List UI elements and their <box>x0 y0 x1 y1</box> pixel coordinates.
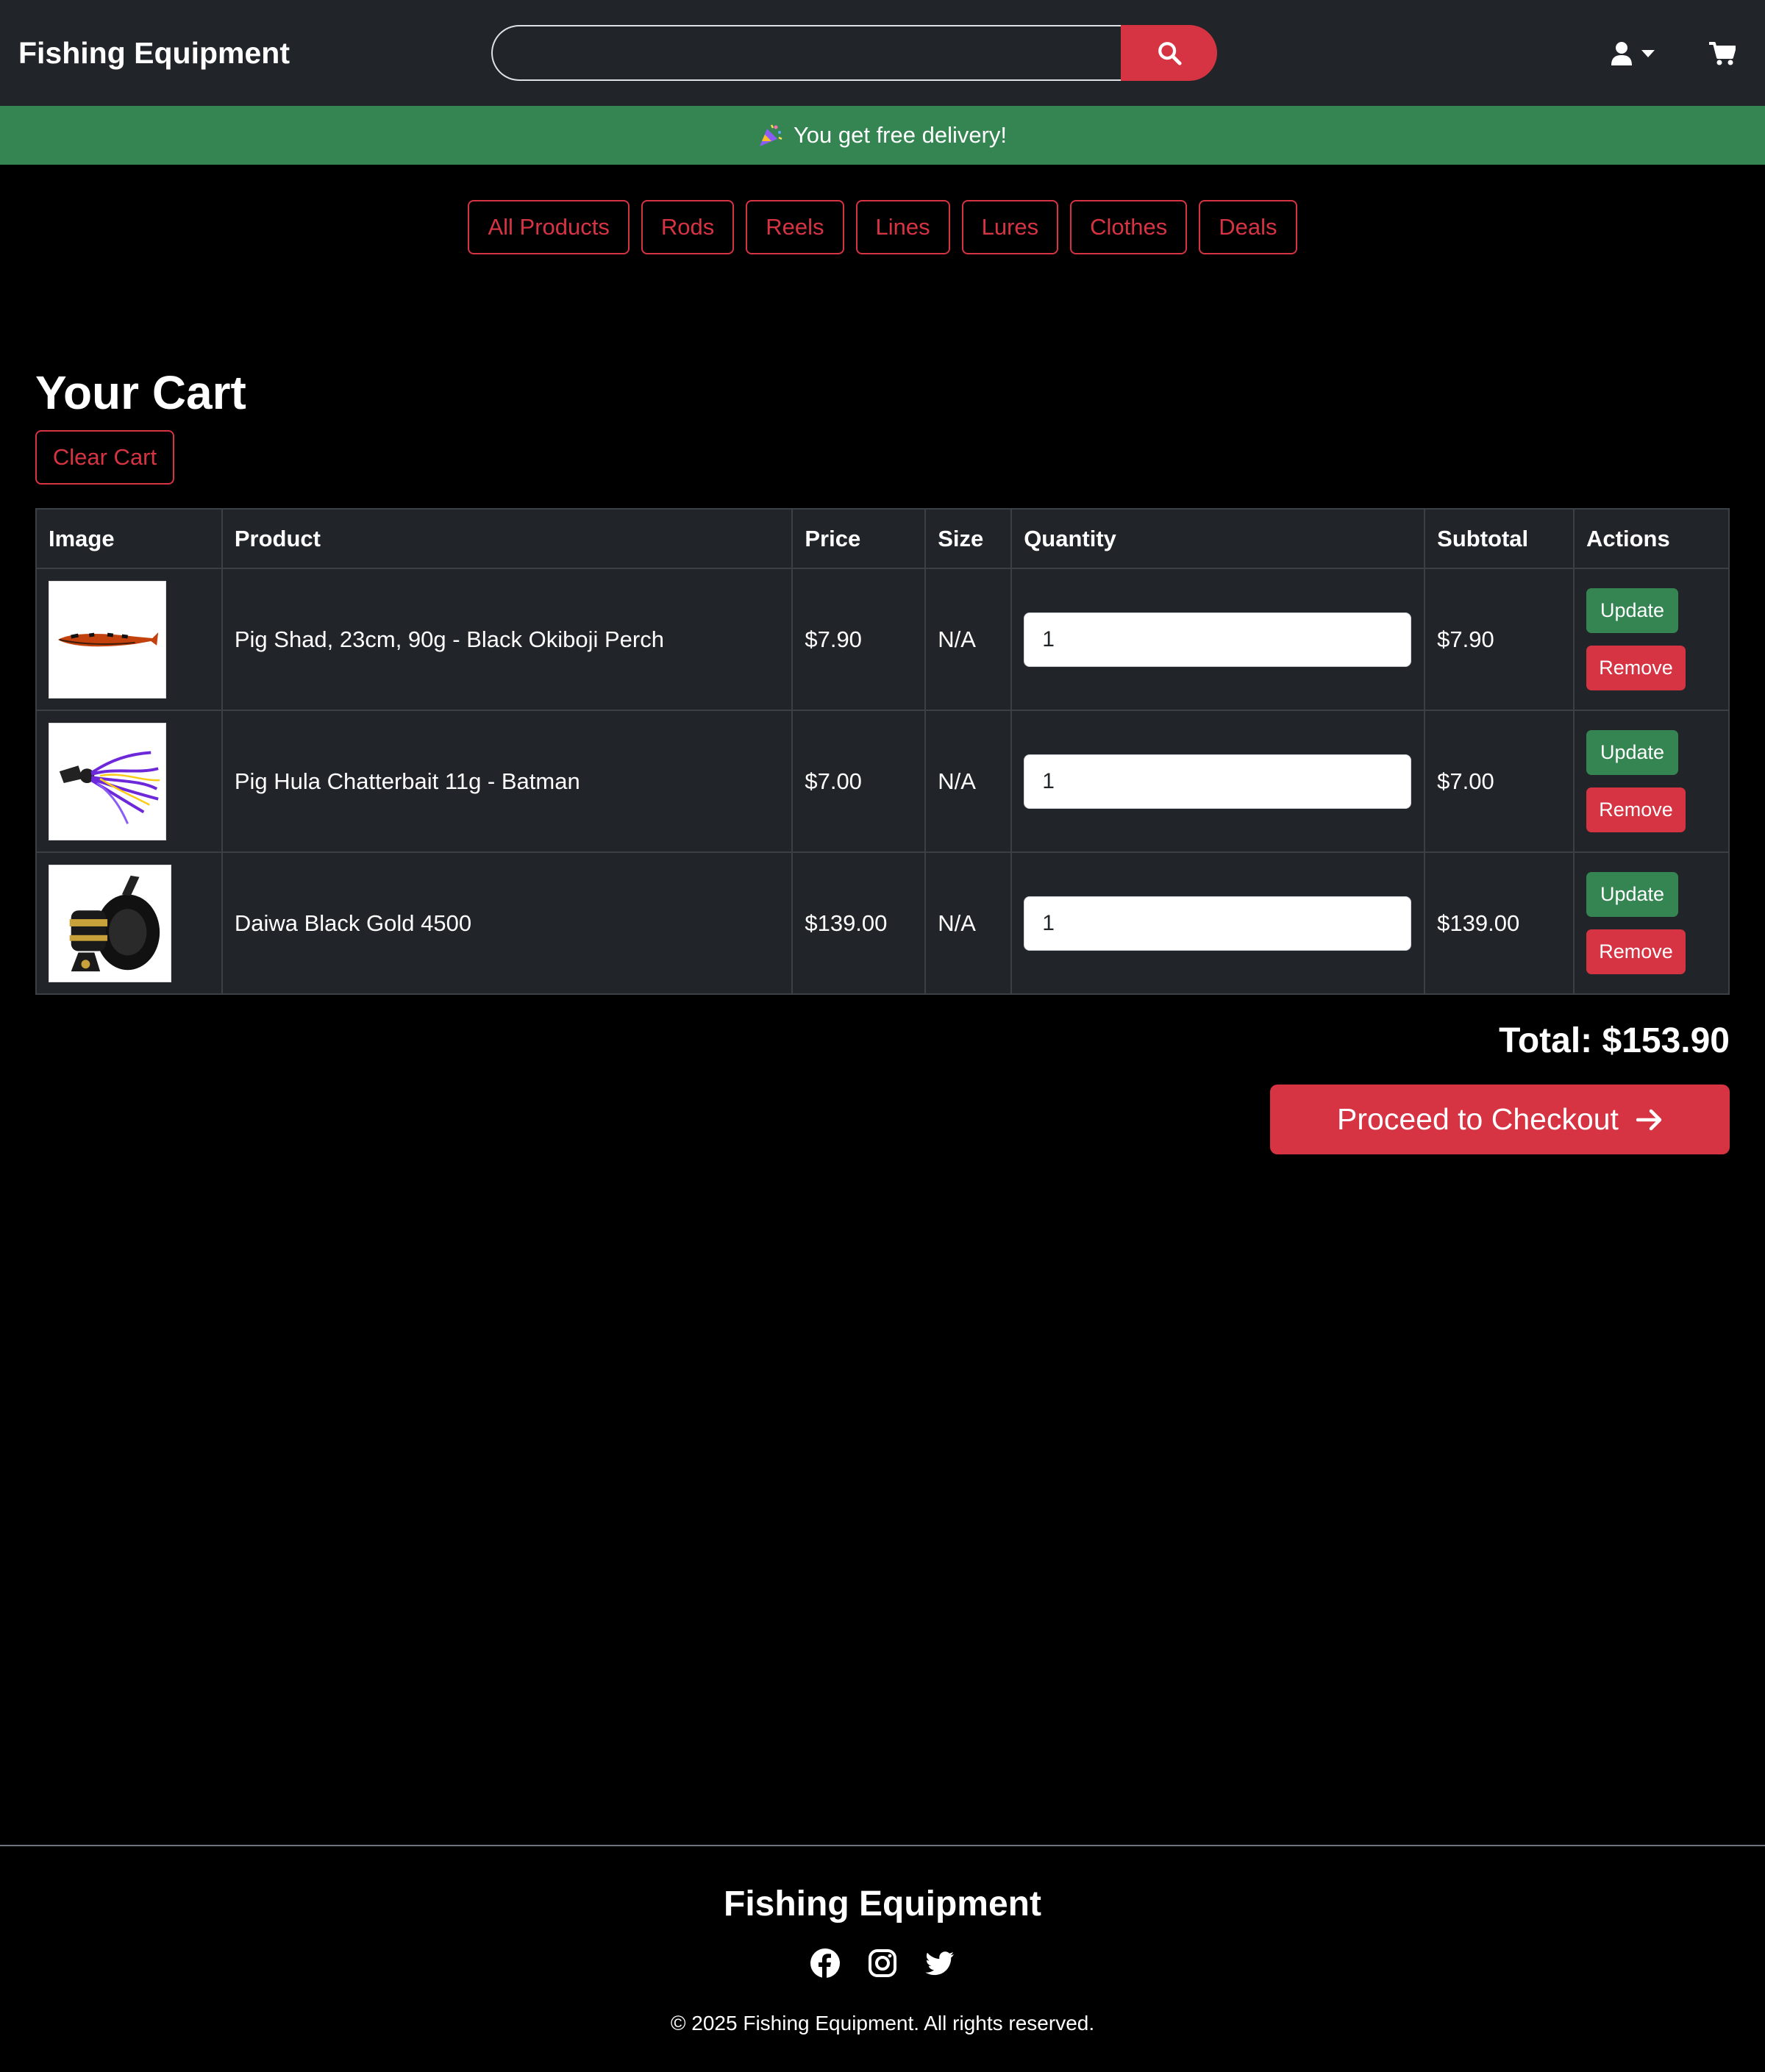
size-cell: N/A <box>924 851 1013 995</box>
cart-total: Total: $153.90 <box>1499 1021 1730 1060</box>
quantity-cell <box>1010 710 1426 853</box>
actions-cell: Update Remove <box>1573 568 1730 711</box>
column-header-image: Image <box>35 508 223 569</box>
free-delivery-banner: You get free delivery! <box>0 106 1765 165</box>
remove-button[interactable]: Remove <box>1586 646 1686 690</box>
subtotal-cell: $139.00 <box>1424 851 1575 995</box>
cart-icon <box>1709 42 1736 65</box>
quantity-cell <box>1010 568 1426 711</box>
table-row: Pig Shad, 23cm, 90g - Black Okiboji Perc… <box>35 568 1730 711</box>
image-cell <box>35 568 223 711</box>
column-header-size: Size <box>924 508 1013 569</box>
twitter-icon[interactable] <box>925 1948 955 1978</box>
brand-link[interactable]: Fishing Equipment <box>18 32 290 74</box>
column-header-product: Product <box>221 508 794 569</box>
category-lines[interactable]: Lines <box>855 200 950 254</box>
quantity-input[interactable] <box>1024 612 1412 667</box>
page-title: Your Cart <box>35 366 246 419</box>
category-all-products[interactable]: All Products <box>468 200 630 254</box>
user-icon <box>1611 42 1632 65</box>
table-header-row: Image Product Price Size Quantity Subtot… <box>35 508 1730 569</box>
quantity-input[interactable] <box>1024 754 1412 809</box>
search-button[interactable] <box>1121 25 1217 81</box>
cart-table: Image Product Price Size Quantity Subtot… <box>35 508 1730 995</box>
product-image-pig-shad[interactable] <box>49 580 166 699</box>
footer-brand: Fishing Equipment <box>724 1885 1041 1923</box>
category-reels[interactable]: Reels <box>746 200 844 254</box>
product-name: Pig Hula Chatterbait 11g - Batman <box>221 710 794 853</box>
price-cell: $7.00 <box>791 710 927 853</box>
category-lures[interactable]: Lures <box>961 200 1059 254</box>
user-menu-toggle[interactable] <box>1611 37 1665 71</box>
remove-button[interactable]: Remove <box>1586 787 1686 832</box>
product-name: Pig Shad, 23cm, 90g - Black Okiboji Perc… <box>221 568 794 711</box>
update-button[interactable]: Update <box>1586 872 1679 917</box>
copyright-text: © 2025 Fishing Equipment. All rights res… <box>670 2012 1095 2035</box>
checkout-button[interactable]: Proceed to Checkout <box>1270 1085 1730 1154</box>
facebook-icon[interactable] <box>810 1948 840 1978</box>
column-header-actions: Actions <box>1573 508 1730 569</box>
search-icon <box>1158 42 1182 65</box>
category-deals[interactable]: Deals <box>1199 200 1297 254</box>
arrow-right-icon <box>1636 1109 1662 1130</box>
column-header-subtotal: Subtotal <box>1424 508 1575 569</box>
quantity-input[interactable] <box>1024 896 1412 951</box>
remove-button[interactable]: Remove <box>1586 929 1686 974</box>
clear-cart-button[interactable]: Clear Cart <box>35 430 174 485</box>
subtotal-cell: $7.00 <box>1424 710 1575 853</box>
navbar: Fishing Equipment <box>0 0 1765 106</box>
subtotal-cell: $7.90 <box>1424 568 1575 711</box>
update-button[interactable]: Update <box>1586 588 1679 633</box>
party-popper-icon <box>759 124 782 146</box>
banner-text: You get free delivery! <box>793 122 1008 148</box>
column-header-price: Price <box>791 508 927 569</box>
category-clothes[interactable]: Clothes <box>1070 200 1188 254</box>
price-cell: $139.00 <box>791 851 927 995</box>
column-header-quantity: Quantity <box>1010 508 1426 569</box>
actions-cell: Update Remove <box>1573 710 1730 853</box>
product-image-chatterbait[interactable] <box>49 722 166 840</box>
size-cell: N/A <box>924 568 1013 711</box>
price-cell: $7.90 <box>791 568 927 711</box>
search-input[interactable] <box>491 25 1122 81</box>
social-links <box>0 1948 1765 1978</box>
image-cell <box>35 710 223 853</box>
category-nav: All Products Rods Reels Lines Lures Clot… <box>0 200 1765 254</box>
instagram-icon[interactable] <box>868 1948 897 1978</box>
checkout-label: Proceed to Checkout <box>1337 1102 1619 1136</box>
footer-divider <box>0 1845 1765 1846</box>
actions-cell: Update Remove <box>1573 851 1730 995</box>
size-cell: N/A <box>924 710 1013 853</box>
table-row: Pig Hula Chatterbait 11g - Batman $7.00 … <box>35 710 1730 853</box>
update-button[interactable]: Update <box>1586 730 1679 775</box>
cart-link[interactable] <box>1708 37 1737 71</box>
quantity-cell <box>1010 851 1426 995</box>
caret-down-icon <box>1641 50 1655 57</box>
table-row: Daiwa Black Gold 4500 $139.00 N/A $139.0… <box>35 851 1730 995</box>
product-image-daiwa-reel[interactable] <box>49 864 171 982</box>
image-cell <box>35 851 223 995</box>
product-name: Daiwa Black Gold 4500 <box>221 851 794 995</box>
category-rods[interactable]: Rods <box>641 200 735 254</box>
search-form <box>491 25 1217 81</box>
